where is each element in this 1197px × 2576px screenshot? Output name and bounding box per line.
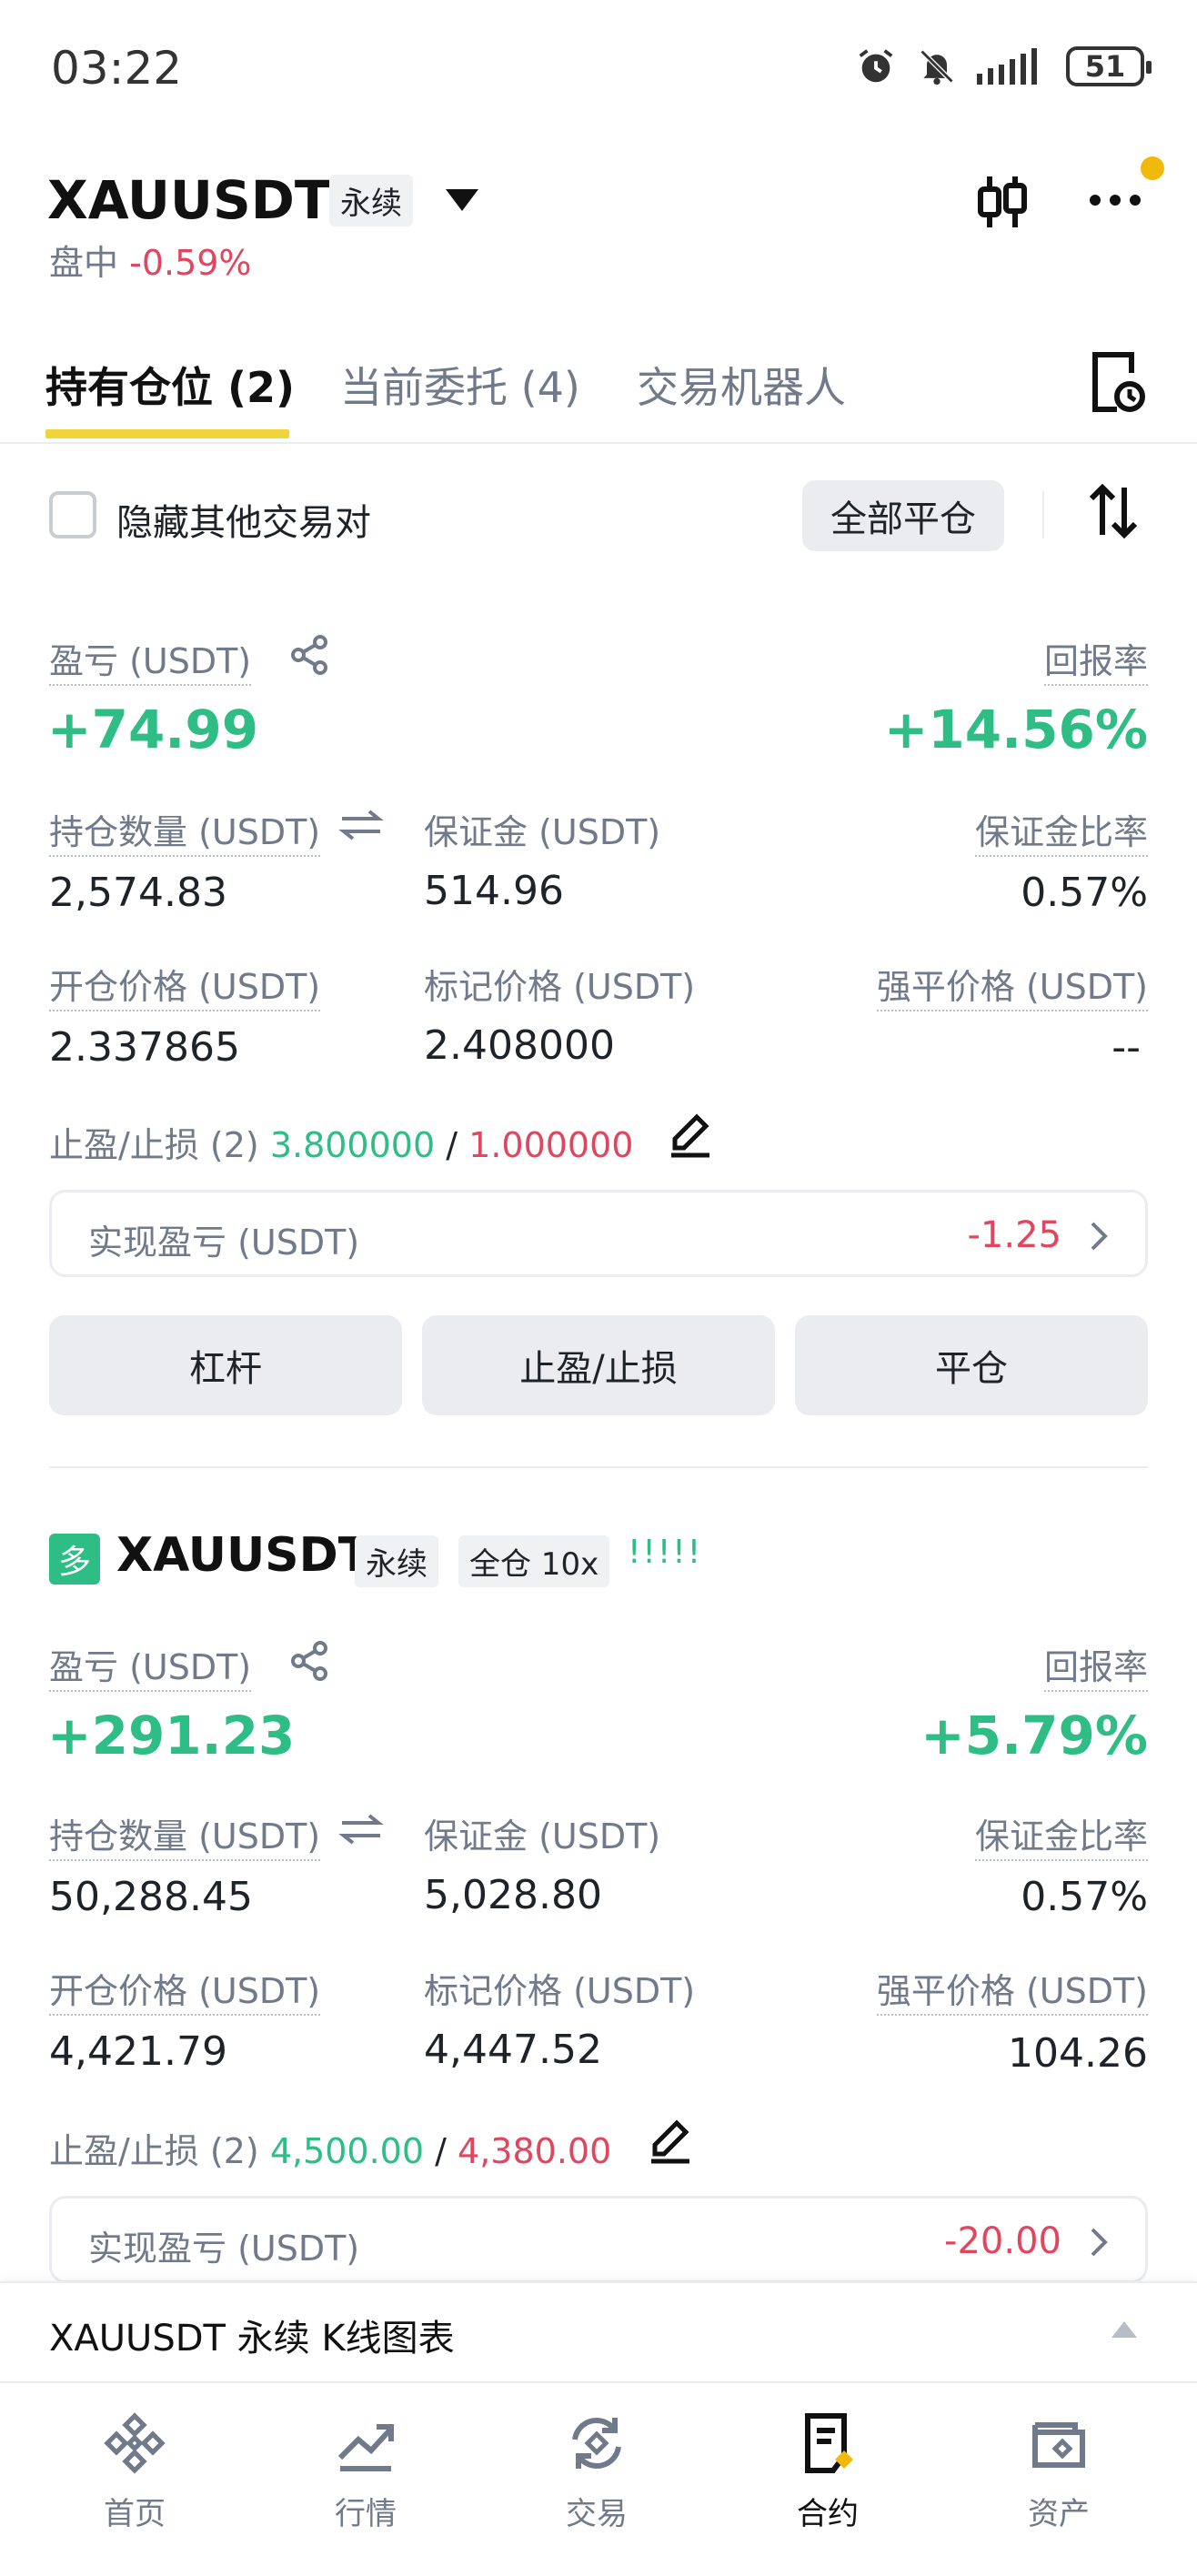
adl-indicator: !!!!!: [628, 1534, 703, 1571]
position-1-tpsl-line: 止盈/止损 (2) 3.800000 / 1.000000: [49, 1125, 634, 1165]
tab-positions[interactable]: 持有仓位 (2): [45, 355, 295, 415]
position-1-mark-price-value: 2.408000: [424, 1022, 615, 1069]
tab-trading-bots[interactable]: 交易机器人: [637, 355, 846, 415]
position-2-sl-value: 4,380.00: [458, 2131, 612, 2171]
position-2-margin-value: 5,028.80: [424, 1872, 602, 1918]
position-1-margin-value: 514.96: [424, 868, 564, 914]
status-time: 03:22: [51, 42, 183, 95]
position-1-realized-pnl-row[interactable]: 实现盈亏 (USDT) -1.25: [49, 1190, 1148, 1277]
position-2-liq-price-value: 104.26: [1008, 2030, 1148, 2077]
nav-trade[interactable]: 交易: [515, 2410, 679, 2533]
position-2-perpetual-tag: 永续: [355, 1535, 438, 1587]
position-1-entry-price-label: 开仓价格 (USDT): [49, 959, 321, 1011]
position-1-roe-value: +14.56%: [883, 699, 1148, 760]
position-2-size-value: 50,288.45: [49, 1874, 253, 1920]
position-2-roe-value: +5.79%: [920, 1705, 1148, 1766]
position-1-sl-value: 1.000000: [468, 1125, 634, 1165]
alarm-icon: [859, 49, 893, 83]
swap-unit-icon[interactable]: [338, 810, 384, 840]
mute-bell-icon: [920, 49, 954, 86]
position-2-margin-label: 保证金 (USDT): [424, 1816, 661, 1857]
leverage-button[interactable]: 杠杆: [49, 1315, 402, 1415]
position-2-margin-ratio-value: 0.57%: [1021, 1874, 1148, 1920]
share-icon[interactable]: [287, 633, 331, 677]
position-2-size-label: 持仓数量 (USDT): [49, 1808, 321, 1861]
position-1-realized-pnl-value: -1.25: [967, 1214, 1062, 1256]
candlestick-icon[interactable]: [975, 173, 1030, 231]
session-label: 盘中: [49, 243, 119, 283]
perpetual-tag: 永续: [329, 175, 413, 226]
caret-up-icon[interactable]: [1112, 2321, 1137, 2338]
position-2-pnl-label: 盈亏 (USDT): [49, 1639, 252, 1692]
symbol-title[interactable]: XAUUSDT: [47, 169, 331, 231]
position-1-pnl-label: 盈亏 (USDT): [49, 633, 252, 686]
futures-icon: [805, 2413, 853, 2473]
close-position-button[interactable]: 平仓: [795, 1315, 1148, 1415]
edit-pencil-icon[interactable]: [668, 1112, 713, 1159]
status-icons: 51: [855, 45, 1152, 87]
position-1-mark-price-label: 标记价格 (USDT): [424, 967, 696, 1007]
wallet-icon: [1032, 2422, 1085, 2468]
position-2-realized-pnl-value: -20.00: [944, 2220, 1061, 2262]
chart-icon: [337, 2424, 394, 2471]
tpsl-button[interactable]: 止盈/止损: [422, 1315, 775, 1415]
hide-other-pairs-label[interactable]: 隐藏其他交易对: [116, 493, 371, 546]
position-1-pnl-value: +74.99: [47, 699, 259, 760]
notification-dot: [1141, 156, 1164, 180]
kline-drawer-title: XAUUSDT 永续 K线图表: [49, 2318, 455, 2360]
more-icon[interactable]: [1088, 193, 1142, 207]
active-tab-indicator: [45, 429, 289, 438]
signal-icon: [977, 48, 1037, 85]
position-2-mark-price-value: 4,447.52: [424, 2027, 602, 2073]
position-2-margin-mode-tag[interactable]: 全仓 10x: [458, 1535, 610, 1587]
position-1-margin-label: 保证金 (USDT): [424, 812, 661, 852]
chevron-right-icon: [1091, 1222, 1108, 1251]
position-2-entry-price-label: 开仓价格 (USDT): [49, 1963, 321, 2016]
close-all-button[interactable]: 全部平仓: [802, 480, 1004, 551]
binance-logo-icon: [104, 2412, 166, 2474]
position-1-tp-value: 3.800000: [269, 1125, 436, 1165]
position-1-margin-ratio-label: 保证金比率: [974, 804, 1148, 857]
position-2-liq-price-label: 强平价格 (USDT): [876, 1963, 1148, 2016]
battery-level: 51: [1084, 49, 1126, 84]
position-2-realized-pnl-row[interactable]: 实现盈亏 (USDT) -20.00: [49, 2196, 1148, 2283]
price-change: -0.59%: [129, 243, 252, 283]
caret-down-icon[interactable]: [446, 189, 478, 211]
position-2-pnl-value: +291.23: [47, 1705, 296, 1766]
nav-assets[interactable]: 资产: [977, 2410, 1141, 2533]
sort-icon[interactable]: [1088, 484, 1139, 538]
order-history-icon[interactable]: [1090, 351, 1146, 413]
chevron-right-icon: [1091, 2228, 1108, 2257]
battery-icon: 51: [1066, 46, 1152, 86]
position-1-margin-ratio-value: 0.57%: [1021, 870, 1148, 916]
long-side-badge: 多: [49, 1534, 100, 1585]
position-2-margin-ratio-label: 保证金比率: [974, 1808, 1148, 1861]
nav-markets[interactable]: 行情: [284, 2410, 448, 2533]
tab-open-orders[interactable]: 当前委托 (4): [340, 355, 580, 415]
position-1-liq-price-value: --: [1112, 1024, 1141, 1071]
position-2-tpsl-line: 止盈/止损 (2) 4,500.00 / 4,380.00: [49, 2131, 612, 2171]
hide-other-pairs-checkbox[interactable]: [49, 491, 96, 538]
trade-icon: [572, 2417, 621, 2470]
position-1-entry-price-value: 2.337865: [49, 1024, 240, 1071]
position-1-roe-label: 回报率: [1043, 633, 1148, 686]
position-2-entry-price-value: 4,421.79: [49, 2028, 227, 2075]
filter-separator: [1042, 491, 1044, 538]
edit-pencil-icon[interactable]: [648, 2118, 693, 2165]
position-1-size-label: 持仓数量 (USDT): [49, 804, 321, 857]
session-status: 盘中 -0.59%: [49, 235, 252, 285]
position-1-size-value: 2,574.83: [49, 870, 227, 916]
position-1-liq-price-label: 强平价格 (USDT): [876, 959, 1148, 1011]
tabs-divider: [0, 442, 1197, 444]
position-2-roe-label: 回报率: [1043, 1639, 1148, 1692]
position-2-tp-value: 4,500.00: [269, 2131, 425, 2171]
nav-home[interactable]: 首页: [53, 2410, 216, 2533]
position-2-symbol[interactable]: XAUUSDT: [116, 1528, 370, 1583]
nav-futures[interactable]: 合约: [746, 2410, 910, 2533]
share-icon[interactable]: [287, 1639, 331, 1683]
card-divider: [49, 1466, 1148, 1468]
swap-unit-icon[interactable]: [338, 1814, 384, 1845]
position-2-mark-price-label: 标记价格 (USDT): [424, 1971, 696, 2011]
